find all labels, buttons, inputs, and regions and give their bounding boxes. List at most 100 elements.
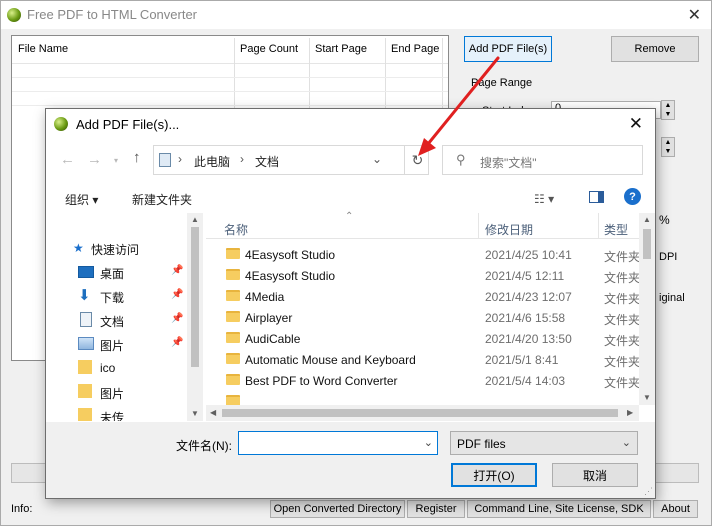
dialog-title: Add PDF File(s)... [76, 117, 180, 132]
pin-icon[interactable]: 📌 [171, 289, 183, 300]
nav-item-quick-access[interactable]: ★ 快速访问 [46, 237, 186, 261]
nav-item-documents[interactable]: 文档 📌 [46, 309, 186, 333]
file-row[interactable]: Best PDF to Word Converter 2021/5/4 14:0… [206, 370, 639, 391]
remove-button[interactable]: Remove [611, 36, 699, 62]
address-bar[interactable]: › 此电脑 › 文档 ⌄ ↻ [153, 145, 429, 175]
close-icon[interactable]: ✕ [688, 5, 701, 25]
column-name[interactable]: 名称 [224, 221, 248, 238]
nav-item-downloads[interactable]: ⬇ 下载 📌 [46, 285, 186, 309]
file-row[interactable]: Airplayer 2021/4/6 15:58 文件夹 [206, 307, 639, 328]
row-line [12, 105, 448, 106]
dialog-titlebar: Add PDF File(s)... ✕ [46, 109, 655, 139]
nav-item-pictures-folder[interactable]: 图片 [46, 381, 186, 405]
column-start-page[interactable]: Start Page [315, 43, 367, 55]
pin-icon[interactable]: 📌 [171, 265, 183, 276]
breadcrumb-documents[interactable]: 文档 [255, 153, 279, 170]
file-type: 文件夹 [604, 292, 639, 306]
recent-locations-chevron-icon[interactable]: ▾ [114, 156, 118, 165]
refresh-icon[interactable]: ↻ [404, 146, 430, 174]
scrollbar-thumb[interactable] [643, 229, 651, 259]
file-row[interactable]: 4Easysoft Studio 2021/4/25 10:41 文件夹 [206, 244, 639, 265]
filetype-select[interactable]: PDF files ⌄ [450, 431, 638, 455]
about-button[interactable]: About [653, 500, 698, 518]
pin-icon[interactable]: 📌 [171, 313, 183, 324]
end-index-spinner[interactable]: ▲ ▼ [661, 137, 675, 157]
navigation-row: ← → ▾ ↑ › 此电脑 › 文档 ⌄ ↻ ⚲ 搜索"文档" [46, 142, 655, 176]
nav-item-ico[interactable]: ico [46, 357, 186, 381]
star-icon: ★ [73, 241, 84, 255]
scroll-up-icon[interactable]: ▲ [191, 215, 199, 224]
up-arrow-icon[interactable]: ↑ [133, 149, 141, 166]
filename-input[interactable]: ⌄ [238, 431, 438, 455]
add-pdf-files-dialog: Add PDF File(s)... ✕ ← → ▾ ↑ › 此电脑 › 文档 … [45, 108, 656, 499]
file-row[interactable]: 4Easysoft Studio 2021/4/5 12:11 文件夹 [206, 265, 639, 286]
resize-grip-icon[interactable]: ⋰ [644, 486, 653, 497]
breadcrumb-separator-icon[interactable]: › [240, 152, 244, 166]
register-button[interactable]: Register [407, 500, 465, 518]
file-list-header: ⌃ 名称 修改日期 类型 [206, 211, 639, 239]
add-pdf-files-button[interactable]: Add PDF File(s) [464, 36, 552, 62]
sort-ascending-icon: ⌃ [345, 211, 354, 222]
file-row[interactable]: AudiCable 2021/4/20 13:50 文件夹 [206, 328, 639, 349]
start-index-spinner[interactable]: ▲ ▼ [661, 100, 675, 120]
nav-pane-scrollbar[interactable]: ▲ ▼ [187, 213, 203, 421]
folder-icon [226, 353, 240, 364]
column-end-page[interactable]: End Page [391, 43, 439, 55]
column-file-name[interactable]: File Name [18, 43, 68, 55]
close-icon[interactable]: ✕ [629, 114, 643, 134]
scroll-down-icon[interactable]: ▼ [643, 393, 651, 402]
preview-pane-icon[interactable] [589, 191, 604, 203]
file-name: 4Easysoft Studio [245, 248, 336, 262]
nav-label: ico [100, 361, 116, 375]
nav-item-pictures[interactable]: 图片 📌 [46, 333, 186, 357]
file-name: Automatic Mouse and Keyboard [245, 353, 416, 367]
column-page-count[interactable]: Page Count [240, 43, 298, 55]
scroll-left-icon[interactable]: ◀ [210, 408, 216, 417]
file-type: 文件夹 [604, 313, 639, 327]
forward-arrow-icon[interactable]: → [87, 151, 102, 168]
scrollbar-thumb[interactable] [191, 227, 199, 367]
column-date-modified[interactable]: 修改日期 [485, 221, 533, 238]
pin-icon[interactable]: 📌 [171, 337, 183, 348]
file-list-vertical-scrollbar[interactable]: ▲ ▼ [639, 213, 655, 405]
cancel-button[interactable]: 取消 [552, 463, 638, 487]
view-options-icon[interactable]: ☷ ▾ [534, 192, 554, 206]
chevron-down-icon[interactable]: ⌄ [424, 436, 433, 449]
help-icon[interactable]: ? [624, 188, 641, 205]
back-arrow-icon[interactable]: ← [60, 151, 75, 168]
column-divider [442, 38, 443, 108]
organize-menu[interactable]: 组织 ▾ [65, 191, 98, 208]
scroll-down-icon[interactable]: ▼ [191, 409, 199, 418]
folder-icon [226, 248, 240, 259]
nav-label: 桌面 [100, 267, 125, 281]
breadcrumb-separator-icon[interactable]: › [178, 152, 182, 166]
folder-icon [226, 290, 240, 301]
dialog-toolbar: 组织 ▾ 新建文件夹 ☷ ▾ ? [46, 181, 655, 213]
file-list-horizontal-scrollbar[interactable]: ◀ ▶ [206, 405, 639, 421]
info-label: Info: [11, 503, 33, 515]
nav-item-unsent[interactable]: 未传 [46, 405, 186, 421]
file-row[interactable]: 4Media 2021/4/23 12:07 文件夹 [206, 286, 639, 307]
page-range-label: Page Range [471, 77, 533, 89]
file-date: 2021/4/6 15:58 [485, 311, 566, 325]
scroll-right-icon[interactable]: ▶ [627, 408, 633, 417]
filename-label: 文件名(N): [176, 439, 232, 453]
nav-item-desktop[interactable]: 桌面 📌 [46, 261, 186, 285]
file-type: 文件夹 [604, 355, 639, 369]
file-row[interactable]: Automatic Mouse and Keyboard 2021/5/1 8:… [206, 349, 639, 370]
file-name: Best PDF to Word Converter [245, 374, 398, 388]
filetype-value: PDF files [457, 437, 506, 451]
column-type[interactable]: 类型 [604, 221, 628, 238]
new-folder-button[interactable]: 新建文件夹 [132, 191, 192, 208]
scroll-up-icon[interactable]: ▲ [643, 215, 651, 224]
file-name: AudiCable [245, 332, 301, 346]
open-converted-directory-button[interactable]: Open Converted Directory [270, 500, 405, 518]
search-input[interactable]: ⚲ 搜索"文档" [442, 145, 643, 175]
file-row[interactable] [206, 391, 639, 405]
chevron-down-icon[interactable]: ⌄ [372, 152, 382, 166]
breadcrumb-this-pc[interactable]: 此电脑 [194, 153, 230, 170]
open-button[interactable]: 打开(O) [451, 463, 537, 487]
app-logo-icon [54, 117, 68, 131]
scrollbar-thumb[interactable] [222, 409, 618, 417]
command-line-license-sdk-button[interactable]: Command Line, Site License, SDK [467, 500, 651, 518]
